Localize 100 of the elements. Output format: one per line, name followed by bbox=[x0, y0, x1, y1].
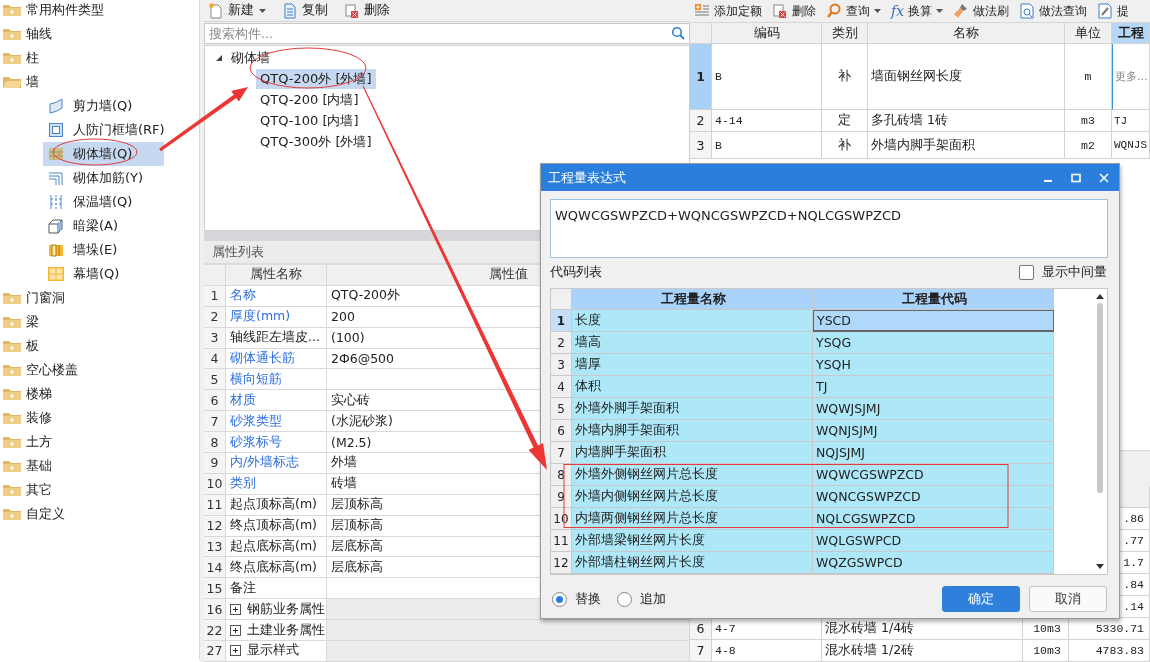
table-cell[interactable]: 更多... bbox=[1112, 44, 1150, 110]
search-field[interactable]: 搜索构件... bbox=[204, 23, 690, 44]
row-number[interactable]: 6 bbox=[551, 420, 572, 442]
row-number[interactable]: 9 bbox=[551, 486, 572, 508]
table-cell: 终点底标高(m) bbox=[226, 557, 327, 579]
confirm-button[interactable]: 确定 bbox=[942, 586, 1020, 612]
toolbar-button[interactable]: 添加定额 bbox=[692, 2, 764, 20]
table-cell: 多孔砖墙 1砖 bbox=[868, 110, 1065, 132]
row-number[interactable]: 12 bbox=[551, 552, 572, 574]
edit-document-icon bbox=[1097, 3, 1114, 19]
tree-item[interactable]: QTQ-200外 [外墙] bbox=[256, 68, 376, 89]
expand-icon[interactable] bbox=[230, 603, 241, 615]
row-number[interactable]: 11 bbox=[551, 530, 572, 552]
toolbar-button[interactable]: 做法查询 bbox=[1017, 2, 1090, 20]
close-icon[interactable] bbox=[1099, 172, 1109, 183]
tree-item[interactable]: 土方 bbox=[0, 430, 199, 454]
tree-item[interactable]: 幕墙(Q) bbox=[43, 262, 164, 286]
row-number[interactable]: 7 bbox=[551, 442, 572, 464]
table-cell[interactable]: NQJSJMJ bbox=[813, 442, 1054, 464]
table-cell[interactable]: WQNJSJMJ bbox=[813, 420, 1054, 442]
expression-field[interactable]: WQWCGSWPZCD+WQNCGSWPZCD+NQLCGSWPZCD bbox=[550, 199, 1108, 258]
collapse-triangle-icon[interactable] bbox=[215, 53, 223, 62]
tree-item[interactable]: 保温墙(Q) bbox=[43, 190, 164, 214]
row-number[interactable]: 2 bbox=[690, 110, 712, 132]
tree-item[interactable]: 空心楼盖 bbox=[0, 358, 199, 382]
tree-item[interactable]: 剪力墙(Q) bbox=[43, 94, 164, 118]
radio-button[interactable] bbox=[617, 591, 632, 607]
tree-item[interactable]: 砌体墙 bbox=[231, 48, 270, 67]
table-cell[interactable]: TJ bbox=[1112, 110, 1150, 132]
table-cell[interactable]: 墙厚 bbox=[572, 354, 813, 376]
toolbar-button[interactable]: 提 bbox=[1095, 2, 1132, 20]
tree-item[interactable]: 墙垛(E) bbox=[43, 238, 164, 262]
toolbar-button[interactable]: 复制 bbox=[280, 2, 330, 19]
toolbar-button[interactable]: 查询 bbox=[824, 2, 883, 20]
cancel-button[interactable]: 取消 bbox=[1029, 586, 1107, 612]
table-cell[interactable]: 内墙脚手架面积 bbox=[572, 442, 813, 464]
table-cell[interactable]: 外部墙梁钢丝网片长度 bbox=[572, 530, 813, 552]
radio-button[interactable] bbox=[552, 591, 567, 607]
table-cell[interactable]: 体积 bbox=[572, 376, 813, 398]
expand-icon[interactable] bbox=[230, 645, 241, 657]
tree-item[interactable]: 门窗洞 bbox=[0, 286, 199, 310]
table-cell[interactable]: TJ bbox=[813, 376, 1054, 398]
table-cell[interactable]: 外墙内脚手架面积 bbox=[572, 420, 813, 442]
table-cell[interactable]: WQNJS bbox=[1112, 132, 1150, 159]
row-number[interactable]: 3 bbox=[690, 132, 712, 159]
delete-icon bbox=[772, 3, 788, 19]
table-cell[interactable]: YSQH bbox=[813, 354, 1054, 376]
row-number[interactable]: 3 bbox=[551, 354, 572, 376]
tree-item[interactable]: 板 bbox=[0, 334, 199, 358]
tree-item[interactable]: 楼梯 bbox=[0, 382, 199, 406]
row-number[interactable]: 2 bbox=[551, 332, 572, 354]
tree-item[interactable]: 轴线 bbox=[0, 22, 199, 46]
tree-item[interactable]: 墙 bbox=[0, 70, 199, 94]
row-number[interactable]: 1 bbox=[690, 44, 712, 110]
tree-item[interactable]: 砌体加筋(Y) bbox=[43, 166, 164, 190]
tree-item[interactable]: 人防门框墙(RF) bbox=[43, 118, 164, 142]
table-cell[interactable]: 外墙内侧钢丝网片总长度 bbox=[572, 486, 813, 508]
tree-item[interactable]: 基础 bbox=[0, 454, 199, 478]
tree-item[interactable]: QTQ-200 [内墙] bbox=[256, 89, 363, 110]
row-number[interactable]: 1 bbox=[551, 310, 572, 332]
tree-item[interactable]: 其它 bbox=[0, 478, 199, 502]
table-cell[interactable]: 外墙外侧钢丝网片总长度 bbox=[572, 464, 813, 486]
row-number: 13 bbox=[204, 536, 226, 558]
table-cell: 外墙内脚手架面积 bbox=[868, 132, 1065, 159]
tree-item[interactable]: 暗梁(A) bbox=[43, 214, 164, 238]
table-cell[interactable]: YSCD bbox=[813, 310, 1054, 332]
table-cell[interactable]: WQWCGSWPZCD bbox=[813, 464, 1054, 486]
tree-item[interactable]: QTQ-300外 [外墙] bbox=[256, 131, 376, 152]
tree-item[interactable]: 柱 bbox=[0, 46, 199, 70]
table-cell[interactable]: WQLGSWPCD bbox=[813, 530, 1054, 552]
table-cell[interactable]: WQWJSJMJ bbox=[813, 398, 1054, 420]
maximize-icon[interactable] bbox=[1071, 172, 1081, 183]
tree-item[interactable]: 常用构件类型 bbox=[0, 0, 199, 22]
row-number[interactable]: 10 bbox=[551, 508, 572, 530]
table-cell[interactable]: 外墙外脚手架面积 bbox=[572, 398, 813, 420]
tree-item[interactable]: 砌体墙(Q) bbox=[43, 142, 164, 166]
toolbar-button[interactable]: 删除 bbox=[770, 2, 818, 20]
table-cell[interactable]: WQNCGSWPZCD bbox=[813, 486, 1054, 508]
row-number[interactable]: 4 bbox=[551, 376, 572, 398]
tree-item[interactable]: 梁 bbox=[0, 310, 199, 334]
search-icon bbox=[671, 26, 685, 40]
expand-icon[interactable] bbox=[230, 624, 241, 636]
table-cell[interactable]: YSQG bbox=[813, 332, 1054, 354]
table-cell[interactable]: 墙高 bbox=[572, 332, 813, 354]
table-cell[interactable]: NQLCGSWPZCD bbox=[813, 508, 1054, 530]
toolbar-button[interactable]: 删除 bbox=[342, 2, 392, 19]
row-number[interactable]: 5 bbox=[551, 398, 572, 420]
table-cell[interactable]: WQZGSWPCD bbox=[813, 552, 1054, 574]
toolbar-button[interactable]: 做法刷 bbox=[951, 2, 1012, 20]
table-cell[interactable]: 长度 bbox=[572, 310, 813, 332]
toolbar-button[interactable]: fx 换算 bbox=[889, 2, 946, 20]
row-number: 9 bbox=[204, 453, 226, 474]
table-cell[interactable]: 内墙两侧钢丝网片总长度 bbox=[572, 508, 813, 530]
table-cell[interactable]: 外部墙柱钢丝网片长度 bbox=[572, 552, 813, 574]
tree-item[interactable]: 自定义 bbox=[0, 502, 199, 526]
tree-item[interactable]: 装修 bbox=[0, 406, 199, 430]
toolbar-button[interactable]: 新建 bbox=[206, 2, 268, 19]
checkbox[interactable] bbox=[1019, 264, 1034, 280]
table-cell: 内/外墙标志 bbox=[226, 453, 327, 474]
tree-item[interactable]: QTQ-100 [内墙] bbox=[256, 110, 363, 131]
